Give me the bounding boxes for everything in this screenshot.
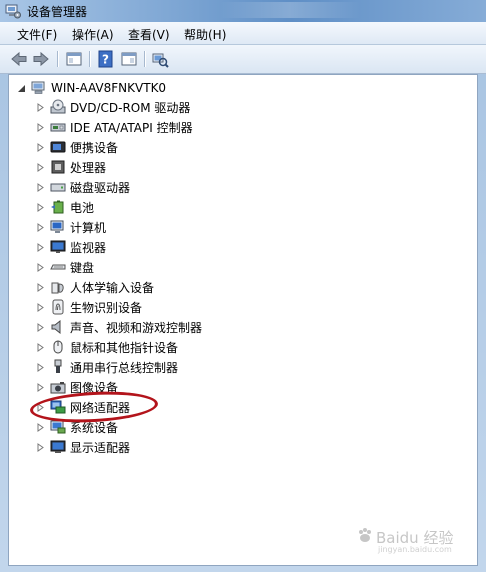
- paw-logo-icon: [359, 528, 371, 542]
- tree-item-disk-drives[interactable]: 磁盘驱动器: [36, 178, 130, 196]
- tree-item-label: 电池: [70, 200, 95, 215]
- tree-root-label: WIN-AAV8FNKVTK0: [51, 81, 167, 95]
- tree-item-label: 人体学输入设备: [70, 280, 155, 295]
- tree-item-label: 生物识别设备: [70, 300, 143, 315]
- expand-triangle-icon[interactable]: [36, 442, 45, 452]
- tree-item-display-adapters[interactable]: 显示适配器: [36, 438, 130, 456]
- window-title: 设备管理器: [27, 5, 88, 19]
- menu-action[interactable]: 操作(A): [72, 25, 114, 44]
- tree-item-ide-ata[interactable]: IDE ATA/ATAPI 控制器: [36, 118, 193, 136]
- tree-item-portable-devices[interactable]: 便携设备: [36, 138, 118, 156]
- expand-triangle-icon[interactable]: [36, 242, 45, 252]
- ide-controller-icon: [50, 123, 66, 132]
- expand-triangle-icon[interactable]: [36, 262, 45, 272]
- tree-item-biometric[interactable]: 生物识别设备: [36, 298, 142, 316]
- menu-help[interactable]: 帮助(H): [184, 25, 226, 44]
- disk-drive-icon: [50, 183, 66, 192]
- toolbar-separator: [89, 51, 91, 67]
- title-glare: [220, 2, 360, 18]
- expand-triangle-icon[interactable]: [36, 162, 45, 172]
- device-manager-app-icon: [5, 4, 21, 19]
- update-driver-window-icon[interactable]: [120, 50, 138, 68]
- computer-icon: [31, 81, 45, 94]
- dvd-drive-icon: [50, 99, 66, 114]
- svg-text:?: ?: [102, 53, 109, 67]
- expand-triangle-icon[interactable]: [36, 202, 45, 212]
- toolbar-separator: [57, 51, 59, 67]
- tree-item-label: 声音、视频和游戏控制器: [70, 320, 203, 335]
- expand-triangle-icon[interactable]: [36, 382, 45, 392]
- tree-item-computer[interactable]: 计算机: [36, 218, 106, 236]
- collapse-triangle-icon[interactable]: [17, 84, 26, 93]
- expand-triangle-icon[interactable]: [36, 182, 45, 192]
- menu-bar: 文件(F) 操作(A) 查看(V) 帮助(H): [0, 22, 486, 45]
- usb-icon: [54, 359, 62, 373]
- tree-item-label: 鼠标和其他指针设备: [70, 340, 179, 355]
- expand-triangle-icon[interactable]: [36, 342, 45, 352]
- keyboard-icon: [50, 264, 66, 270]
- expand-triangle-icon[interactable]: [36, 282, 45, 292]
- expand-triangle-icon[interactable]: [36, 302, 45, 312]
- tree-item-label: 磁盘驱动器: [70, 180, 131, 195]
- camera-icon: [50, 382, 66, 394]
- tree-item-usb[interactable]: 通用串行总线控制器: [36, 358, 178, 376]
- expand-triangle-icon[interactable]: [36, 422, 45, 432]
- tree-item-label: 计算机: [70, 220, 107, 235]
- tree-item-mice[interactable]: 鼠标和其他指针设备: [36, 338, 178, 356]
- tree-item-label: 处理器: [70, 160, 107, 175]
- monitor-icon: [50, 240, 66, 253]
- expand-triangle-icon[interactable]: [36, 322, 45, 332]
- tree-item-processor[interactable]: 处理器: [36, 158, 106, 176]
- tree-item-sound-video-game[interactable]: 声音、视频和游戏控制器: [36, 318, 202, 336]
- tree-item-label: 便携设备: [70, 140, 119, 155]
- baidu-watermark: Baidu 经验 jingyan.baidu.com: [356, 521, 468, 557]
- mouse-icon: [53, 340, 63, 354]
- menu-file[interactable]: 文件(F): [17, 25, 57, 44]
- portable-device-icon: [50, 141, 66, 153]
- tree-item-label: 通用串行总线控制器: [70, 360, 179, 375]
- display-adapter-icon: [50, 440, 66, 453]
- expand-triangle-icon[interactable]: [36, 102, 45, 112]
- speaker-icon: [51, 319, 61, 335]
- properties-window-icon[interactable]: [65, 50, 83, 68]
- expand-triangle-icon[interactable]: [36, 222, 45, 232]
- menu-view[interactable]: 查看(V): [128, 25, 170, 44]
- fingerprint-icon: [52, 299, 64, 315]
- help-icon[interactable]: ?: [97, 50, 115, 68]
- hid-icon: [51, 282, 64, 294]
- toolbar-separator: [144, 51, 146, 67]
- back-arrow-icon[interactable]: [10, 50, 28, 68]
- tree-item-keyboards[interactable]: 键盘: [36, 258, 94, 276]
- battery-icon: [51, 200, 64, 214]
- tree-item-label: 显示适配器: [70, 440, 131, 455]
- tree-root[interactable]: WIN-AAV8FNKVTK0: [17, 79, 166, 97]
- expand-triangle-icon[interactable]: [36, 362, 45, 372]
- computer-monitor-icon: [50, 220, 64, 233]
- expand-triangle-icon[interactable]: [36, 122, 45, 132]
- title-bar[interactable]: 设备管理器: [0, 0, 486, 22]
- tree-item-monitors[interactable]: 监视器: [36, 238, 106, 256]
- device-manager-window: 设备管理器 文件(F) 操作(A) 查看(V) 帮助(H) ? WIN-AAV8…: [0, 0, 486, 572]
- toolbar: ?: [0, 45, 486, 74]
- device-tree[interactable]: WIN-AAV8FNKVTK0 DVD/CD-ROM 驱动器 IDE ATA/A…: [8, 74, 478, 566]
- tree-item-label: 键盘: [70, 260, 95, 275]
- tree-item-hid[interactable]: 人体学输入设备: [36, 278, 154, 296]
- expand-triangle-icon[interactable]: [36, 142, 45, 152]
- tree-item-dvd-cdrom[interactable]: DVD/CD-ROM 驱动器: [36, 98, 190, 116]
- watermark-url: jingyan.baidu.com: [378, 545, 452, 554]
- processor-icon: [51, 160, 65, 174]
- scan-hardware-icon[interactable]: [151, 50, 169, 68]
- forward-arrow-icon[interactable]: [32, 50, 50, 68]
- tree-item-label: 监视器: [70, 240, 107, 255]
- tree-item-battery[interactable]: 电池: [36, 198, 94, 216]
- tree-item-label: IDE ATA/ATAPI 控制器: [70, 120, 193, 135]
- tree-item-label: DVD/CD-ROM 驱动器: [70, 100, 191, 115]
